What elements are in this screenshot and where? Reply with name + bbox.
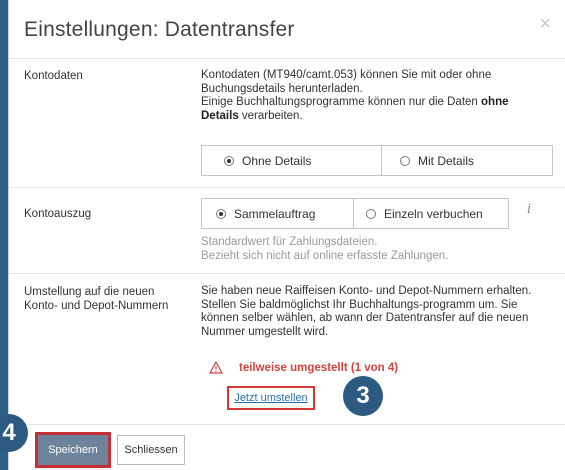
divider bbox=[9, 58, 565, 59]
kontodaten-text-line: Buchungsdetails herunterladen. bbox=[201, 82, 363, 95]
umstellung-label: Umstellung auf die neuen Konto- und Depo… bbox=[24, 285, 168, 313]
kontodaten-text-bold: ohne bbox=[481, 96, 509, 108]
radio-label: Ohne Details bbox=[242, 153, 312, 168]
status-warning-text: teilweise umgestellt (1 von 4) bbox=[239, 362, 399, 374]
radio-unselected-icon bbox=[366, 208, 376, 219]
kontodaten-description: Kontodaten (MT940/camt.053) können Sie m… bbox=[201, 69, 556, 123]
umstellung-description: Sie haben neue Raiffeisen Konto- und Dep… bbox=[201, 285, 561, 339]
umstellung-label-line: Konto- und Depot-Nummern bbox=[24, 300, 169, 312]
umstellung-label-line: Umstellung auf die neuen bbox=[24, 286, 155, 298]
radio-label: Mit Details bbox=[418, 153, 475, 168]
kontodaten-label: Kontodaten bbox=[24, 70, 83, 82]
radio-ohne-details[interactable]: Ohne Details bbox=[202, 146, 381, 175]
umstellung-text-line: Nummer umgestellt wird. bbox=[201, 325, 329, 338]
settings-dialog: Einstellungen: Datentransfer × Kontodate… bbox=[8, 0, 565, 470]
divider bbox=[9, 187, 565, 188]
divider bbox=[9, 273, 565, 274]
close-icon[interactable]: × bbox=[539, 14, 551, 34]
radio-label: Sammelauftrag bbox=[234, 206, 316, 221]
save-button[interactable]: Speichern bbox=[35, 432, 111, 468]
hint-line: Standardwert für Zahlungsdateien. bbox=[201, 236, 378, 248]
kontodaten-text-part: verarbeiten. bbox=[238, 109, 303, 122]
radio-unselected-icon bbox=[400, 155, 410, 166]
radio-einzeln-verbuchen[interactable]: Einzeln verbuchen bbox=[353, 199, 508, 228]
kontodaten-text-bold: Details bbox=[201, 109, 239, 122]
umstellung-text-line: Stellen Sie baldmöglichst Ihr Buchhaltun… bbox=[201, 298, 518, 311]
kontoauszug-hint: Standardwert für Zahlungsdateien. Bezieh… bbox=[201, 236, 448, 263]
dialog-title: Einstellungen: Datentransfer bbox=[24, 18, 295, 41]
divider bbox=[9, 424, 565, 425]
kontodaten-text-line: Details verarbeiten. bbox=[201, 110, 556, 124]
kontodaten-text-line: Kontodaten (MT940/camt.053) können Sie m… bbox=[201, 69, 492, 81]
kontoauszug-radio-group: Sammelauftrag Einzeln verbuchen bbox=[201, 198, 509, 229]
radio-label: Einzeln verbuchen bbox=[384, 206, 483, 221]
radio-sammelauftrag[interactable]: Sammelauftrag bbox=[202, 199, 353, 228]
close-button[interactable]: Schliessen bbox=[117, 435, 185, 465]
radio-selected-icon bbox=[216, 208, 226, 219]
kontoauszug-label: Kontoauszug bbox=[24, 208, 92, 220]
info-icon[interactable]: i bbox=[527, 202, 531, 217]
umstellung-text-line: können selber wählen, ab wann der Datent… bbox=[201, 312, 529, 324]
warning-icon bbox=[209, 361, 223, 374]
step-badge-3: 3 bbox=[343, 376, 383, 416]
kontodaten-text-line: Einige Buchhaltungsprogramme können nur … bbox=[201, 96, 556, 110]
jetzt-umstellen-button[interactable]: Jetzt umstellen bbox=[227, 386, 315, 410]
kontodaten-radio-group: Ohne Details Mit Details bbox=[201, 145, 553, 176]
radio-selected-icon bbox=[224, 155, 234, 166]
hint-line: Bezieht sich nicht auf online erfasste Z… bbox=[201, 249, 449, 262]
umstellung-text-line: Sie haben neue Raiffeisen Konto- und Dep… bbox=[201, 285, 532, 297]
radio-mit-details[interactable]: Mit Details bbox=[381, 146, 552, 175]
kontodaten-text-part: Einige Buchhaltungsprogramme können nur … bbox=[201, 96, 482, 108]
